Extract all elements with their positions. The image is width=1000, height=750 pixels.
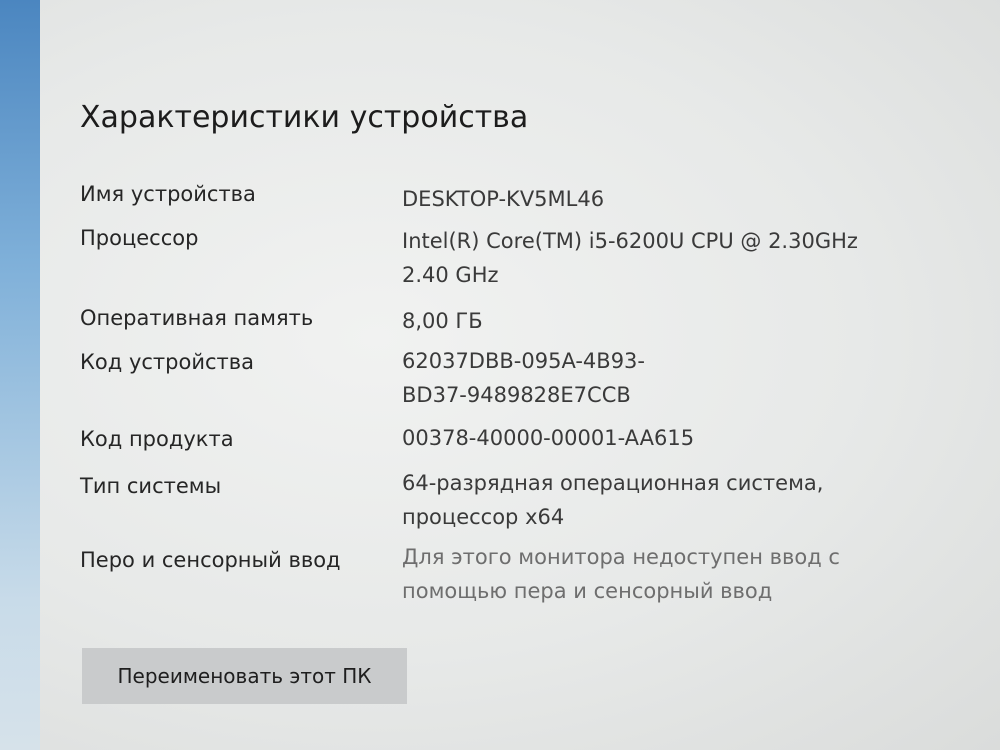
spec-label-device-id: Код устройства [80, 350, 255, 374]
processor-value-line1: Intel(R) Core(TM) i5-6200U CPU @ 2.30GHz [402, 229, 858, 253]
device-id-value-line1: 62037DBB-095A-4B93- [402, 349, 645, 373]
spec-label-system-type: Тип системы [80, 474, 222, 498]
spec-label-pen-touch: Перо и сенсорный ввод [80, 548, 341, 572]
spec-label-ram: Оперативная память [80, 306, 314, 330]
pen-touch-value-line1: Для этого монитора недоступен ввод с [402, 545, 840, 569]
spec-value-product-id: 00378-40000-00001-AA615 [402, 421, 902, 455]
spec-label-processor: Процессор [80, 226, 199, 250]
spec-value-pen-touch: Для этого монитора недоступен ввод с пом… [402, 540, 902, 608]
system-type-value-line1: 64-разрядная операционная система, [402, 471, 824, 495]
product-id-value: 00378-40000-00001-AA615 [402, 426, 695, 450]
ram-value: 8,00 ГБ [402, 309, 483, 333]
rename-pc-button[interactable]: Переименовать этот ПК [82, 648, 407, 704]
spec-label-product-id: Код продукта [80, 427, 234, 451]
spec-value-device-id: 62037DBB-095A-4B93- BD37-9489828E7CCB [402, 344, 902, 412]
processor-value-line2: 2.40 GHz [402, 263, 499, 287]
window-left-edge [0, 0, 40, 750]
device-id-value-line2: BD37-9489828E7CCB [402, 383, 631, 407]
spec-value-system-type: 64-разрядная операционная система, проце… [402, 466, 902, 534]
device-name-value: DESKTOP-KV5ML46 [402, 187, 605, 211]
section-title: Характеристики устройства [80, 100, 529, 135]
pen-touch-value-line2: помощью пера и сенсорный ввод [402, 579, 773, 603]
spec-label-device-name: Имя устройства [80, 182, 256, 206]
system-type-value-line2: процессор x64 [402, 505, 565, 529]
spec-value-ram: 8,00 ГБ [402, 304, 902, 338]
spec-value-processor: Intel(R) Core(TM) i5-6200U CPU @ 2.30GHz… [402, 224, 902, 292]
spec-value-device-name: DESKTOP-KV5ML46 [402, 182, 902, 216]
